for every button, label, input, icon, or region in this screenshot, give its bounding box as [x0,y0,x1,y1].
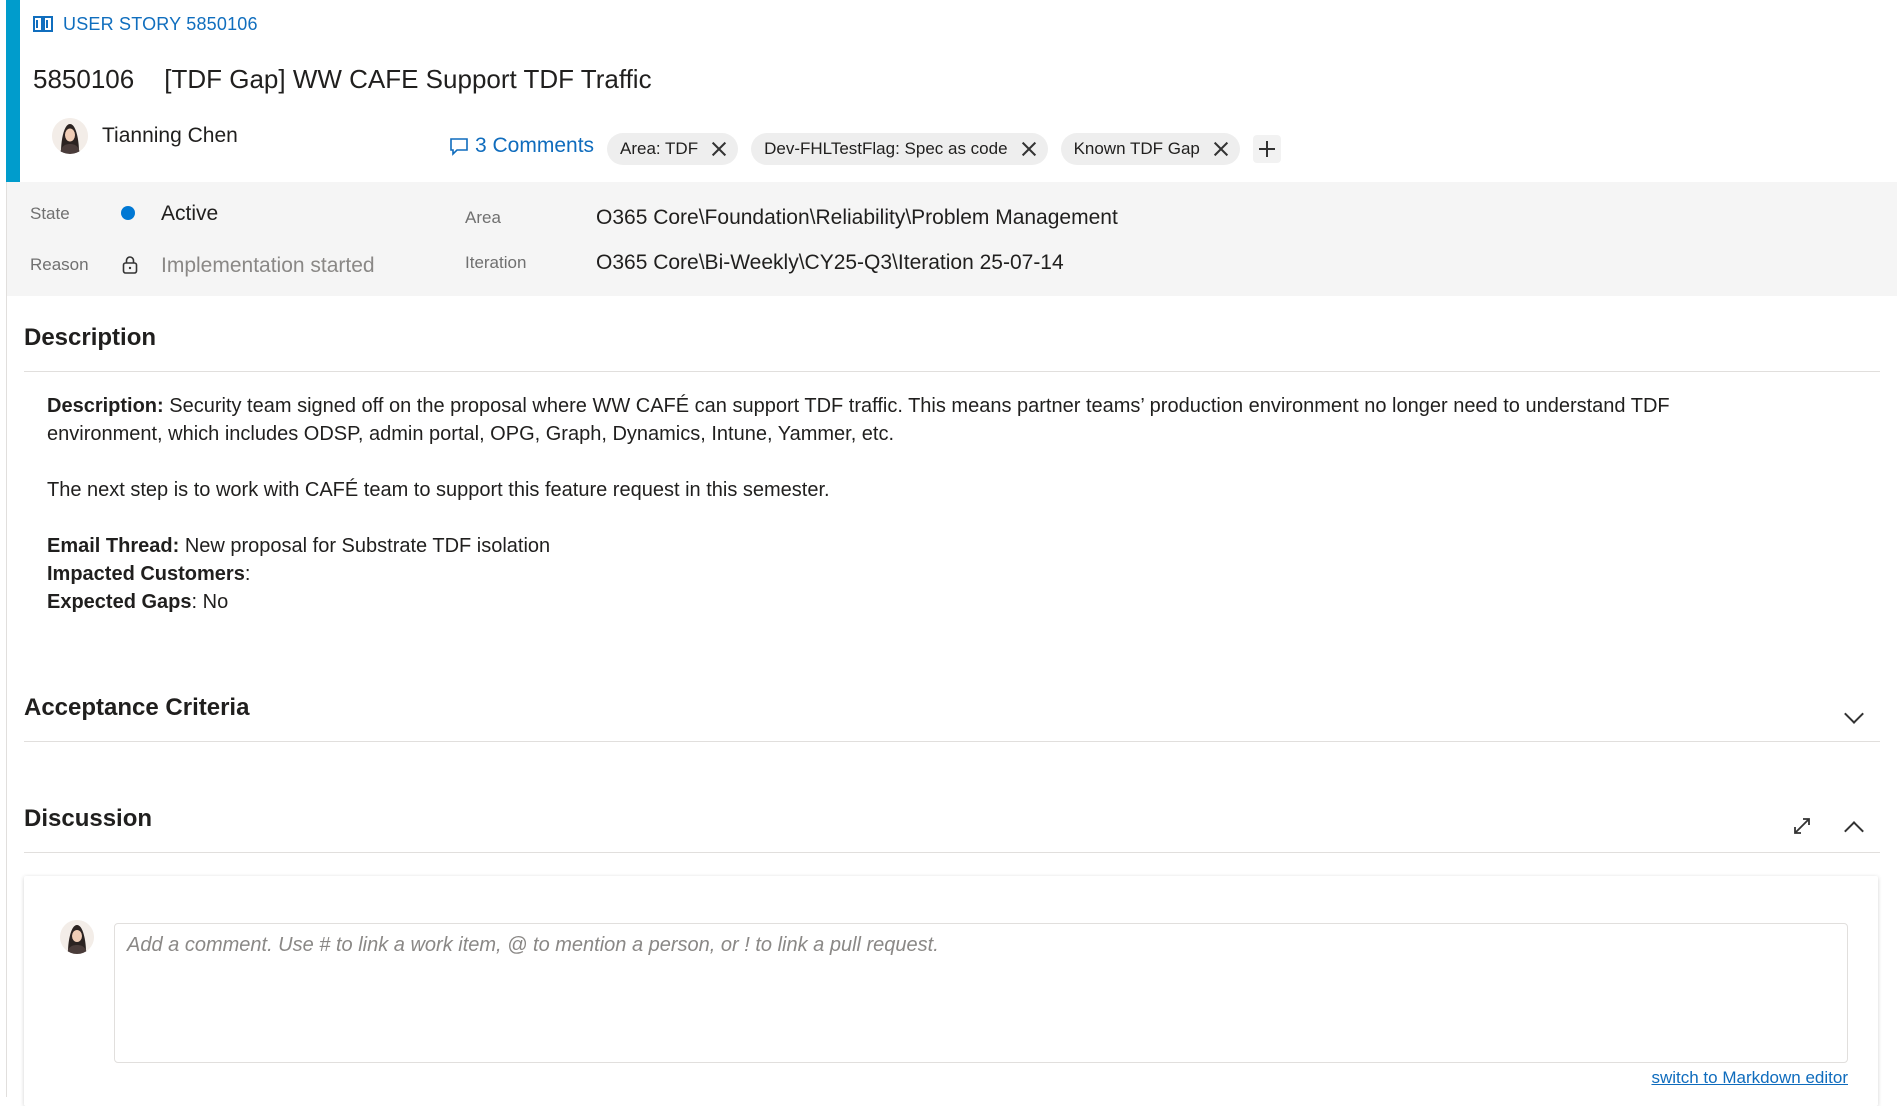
work-item-id: 5850106 [33,64,135,94]
discussion-heading[interactable]: Discussion [24,805,152,833]
state-indicator [121,206,135,220]
divider [24,741,1880,742]
tag[interactable]: Dev-FHLTestFlag: Spec as code [751,133,1048,165]
next-step-text: The next step is to work with CAFÉ team … [47,479,830,501]
book-icon [33,16,53,32]
add-icon[interactable] [1252,135,1281,163]
panel-edge [6,182,7,1097]
description-text: Security team signed off on the proposal… [47,395,1670,445]
description-label: Description: [47,395,164,417]
area-label: Area [465,208,501,227]
reason-value: Implementation started [161,254,375,277]
tag-label: Dev-FHLTestFlag: Spec as code [764,139,1008,158]
lock-icon [122,256,138,274]
work-item-type[interactable]: USER STORY 5850106 [33,10,258,38]
tag-label: Known TDF Gap [1073,139,1200,158]
work-item-title[interactable]: [TDF Gap] WW CAFE Support TDF Traffic [164,64,651,95]
divider [24,852,1880,853]
work-item-color-bar [6,0,20,182]
comment-input[interactable]: Add a comment. Use # to link a work item… [114,923,1848,1063]
comment-icon [450,138,468,156]
tag[interactable]: Area: TDF [607,133,739,165]
divider [24,371,1880,372]
area-value[interactable]: O365 Core\Foundation\Reliability\Problem… [596,206,1118,230]
tags-bar: Area: TDF Dev-FHLTestFlag: Spec as code … [607,133,1281,165]
title-row: 5850106 [TDF Gap] WW CAFE Support TDF Tr… [33,64,652,95]
email-thread-value: New proposal for Substrate TDF isolation [179,535,551,557]
chevron-up-icon[interactable] [1844,821,1864,841]
state-label: State [30,204,70,223]
expected-gaps-value: : No [191,591,229,613]
close-icon[interactable] [1214,142,1228,156]
email-thread-label: Email Thread: [47,535,180,557]
assigned-to[interactable]: Tianning Chen [52,118,238,154]
work-item-type-label: USER STORY 5850106 [63,13,258,34]
tag[interactable]: Known TDF Gap [1060,133,1240,165]
description-paragraph: Description: Security team signed off on… [47,392,1767,448]
avatar [60,920,94,954]
description-heading[interactable]: Description [24,324,156,352]
close-icon[interactable] [712,142,726,156]
markdown-editor-link[interactable]: switch to Markdown editor [1651,1068,1848,1088]
expected-gaps-label: Expected Gaps [47,591,192,613]
email-thread-line: Email Thread: New proposal for Substrate… [47,532,1767,560]
impacted-customers-line: Impacted Customers: [47,560,1767,588]
impacted-customers-value: : [244,563,251,585]
chevron-down-icon[interactable] [1844,704,1864,724]
close-icon[interactable] [1022,142,1036,156]
avatar [52,118,88,154]
fields-panel [7,182,1897,296]
assignee-name: Tianning Chen [102,124,238,147]
acceptance-criteria-heading[interactable]: Acceptance Criteria [24,694,249,722]
expected-gaps-line: Expected Gaps: No [47,588,1767,616]
state-value[interactable]: Active [161,202,218,226]
iteration-label: Iteration [465,253,527,272]
impacted-customers-label: Impacted Customers [47,563,245,585]
comments-link[interactable]: 3 Comments [449,134,594,158]
expand-icon[interactable] [1792,816,1812,836]
iteration-value[interactable]: O365 Core\Bi-Weekly\CY25-Q3\Iteration 25… [596,251,1064,275]
reason-label: Reason [30,255,89,274]
description-body[interactable]: Description: Security team signed off on… [47,392,1767,616]
tag-label: Area: TDF [620,139,699,158]
comments-count: 3 Comments [475,134,595,157]
